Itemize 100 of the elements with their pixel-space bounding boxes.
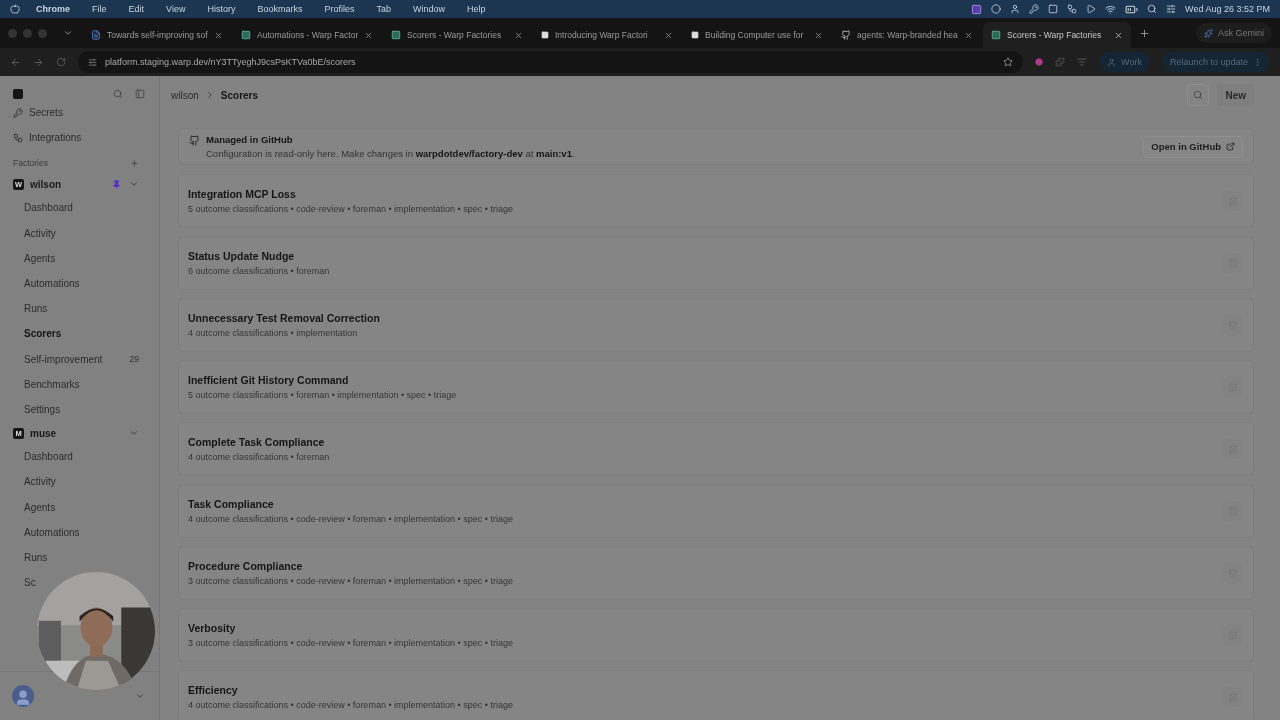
- banner-text: Configuration is read-only here. Make changes in warpdotdev/factory-dev at main:v1.: [206, 148, 576, 159]
- sidebar-item[interactable]: Self-improvement: [24, 353, 103, 365]
- extension-icon[interactable]: [1035, 58, 1044, 66]
- reload-icon[interactable]: [56, 57, 66, 67]
- document-icon: [91, 30, 101, 40]
- sidebar-item[interactable]: Scorers: [24, 328, 62, 340]
- close-icon[interactable]: [214, 30, 223, 40]
- sidebar-item[interactable]: Automations: [24, 526, 80, 538]
- scorer-meta: 6 outcome classifications • foreman: [188, 266, 331, 276]
- browser-tab[interactable]: Introducing Warp Factori: [533, 22, 681, 48]
- breadcrumb-item[interactable]: wilson: [171, 89, 199, 101]
- sidebar-item[interactable]: Integrations: [29, 132, 82, 144]
- control-center-icon[interactable]: [1166, 4, 1177, 14]
- browser-tab[interactable]: Building Computer use for: [683, 22, 831, 48]
- forward-icon[interactable]: [33, 56, 44, 68]
- close-icon[interactable]: [364, 30, 373, 40]
- sidebar-item[interactable]: Activity: [24, 227, 56, 239]
- address-field[interactable]: platform.staging.warp.dev/nY3TTyeghJ9csPsKTVa0bE/scorers: [78, 51, 1024, 73]
- breadcrumb-item: Scorers: [220, 89, 259, 101]
- sidebar-item[interactable]: Benchmarks: [24, 378, 80, 390]
- new-tab-icon[interactable]: [1139, 27, 1150, 39]
- avatar-icon[interactable]: [12, 685, 34, 707]
- sidebar-item[interactable]: Agents: [24, 252, 56, 264]
- scorer-card[interactable]: Status Update Nudge 6 outcome classifications • foreman: [178, 236, 1254, 290]
- wifi-icon[interactable]: [1105, 3, 1117, 15]
- apple-icon[interactable]: [10, 4, 20, 14]
- scorer-name: Task Compliance: [188, 498, 275, 510]
- sidebar-item[interactable]: Runs: [24, 303, 48, 315]
- scorer-name: Integration MCP Loss: [188, 188, 297, 200]
- app-icon: [991, 30, 1001, 40]
- menu-item[interactable]: Profiles: [324, 4, 355, 14]
- site-settings-icon[interactable]: [88, 57, 97, 67]
- close-icon[interactable]: [814, 30, 823, 40]
- scorer-name: Efficiency: [188, 684, 239, 696]
- search-icon: [1193, 90, 1204, 100]
- chevron-icon[interactable]: [135, 691, 145, 701]
- integrations-icon: [13, 132, 23, 143]
- count-label: 29: [129, 354, 139, 365]
- screen-icon[interactable]: [971, 3, 983, 15]
- person-icon[interactable]: [1010, 4, 1021, 14]
- close-icon[interactable]: [664, 30, 673, 40]
- section-label: Factories: [13, 158, 48, 169]
- menu-item[interactable]: Help: [467, 4, 486, 14]
- profile-button[interactable]: Work: [1099, 52, 1150, 72]
- browser-tab[interactable]: Scorers - Warp Factories: [983, 22, 1131, 48]
- close-icon[interactable]: [1114, 30, 1123, 40]
- scorer-card[interactable]: Verbosity 3 outcome classifications • code-review • foreman • implementation • spec • triage: [178, 608, 1254, 662]
- sidebar-item[interactable]: Activity: [24, 476, 56, 488]
- menu-item[interactable]: View: [166, 4, 186, 14]
- tab-list-icon[interactable]: [63, 28, 73, 38]
- browser-tab[interactable]: agents: Warp-branded hea: [833, 22, 981, 48]
- scorer-meta: 4 outcome classifications • code-review • foreman • implementation • spec • triage: [188, 514, 514, 524]
- menu-item[interactable]: Tab: [376, 4, 391, 14]
- open-in-github-button[interactable]: Open in GitHub: [1143, 135, 1243, 158]
- factory-name: muse: [30, 427, 57, 439]
- sidebar-item[interactable]: Sc: [24, 577, 36, 589]
- scorer-card[interactable]: Integration MCP Loss 5 outcome classifications • code-review • foreman • implementation • spec • triage: [178, 174, 1254, 228]
- close-icon[interactable]: [964, 30, 973, 40]
- scorer-card[interactable]: Complete Task Compliance 4 outcome classifications • foreman: [178, 422, 1254, 476]
- search-icon[interactable]: [1147, 4, 1158, 14]
- scorer-meta: 4 outcome classifications • code-review • foreman • implementation • spec • triage: [188, 700, 514, 710]
- back-icon[interactable]: [10, 56, 21, 68]
- scorer-card[interactable]: Task Compliance 4 outcome classifications • code-review • foreman • implementation • spec • triage: [178, 484, 1254, 538]
- scorer-card[interactable]: Efficiency 4 outcome classifications • code-review • foreman • implementation • spec • triage: [178, 670, 1254, 720]
- scorer-meta: 5 outcome classifications • foreman • implementation • spec • triage: [188, 390, 458, 400]
- sidebar-item[interactable]: Dashboard: [24, 202, 73, 214]
- sidebar-item[interactable]: Automations: [24, 278, 80, 290]
- search-button[interactable]: [1187, 84, 1210, 106]
- sidebar-item[interactable]: Agents: [24, 501, 56, 513]
- browser-tab[interactable]: Towards self-improving sof: [83, 22, 231, 48]
- menu-clock: Wed Aug 26 3:52 PM: [1185, 4, 1270, 14]
- menu-item[interactable]: History: [207, 4, 236, 14]
- browser-tab[interactable]: Automations - Warp Factor: [233, 22, 381, 48]
- sidebar-item[interactable]: Runs: [24, 551, 48, 563]
- menu-item[interactable]: Chrome: [36, 4, 70, 14]
- sidebar-item[interactable]: Dashboard: [24, 451, 73, 463]
- relaunch-button[interactable]: Relaunch to update: [1161, 52, 1270, 72]
- scorer-card[interactable]: Unnecessary Test Removal Correction 4 outcome classifications • implementation: [178, 298, 1254, 352]
- new-button[interactable]: New: [1217, 84, 1254, 106]
- scorer-meta: 3 outcome classifications • code-review • foreman • implementation • spec • triage: [188, 638, 514, 648]
- ask-gemini-button[interactable]: Ask Gemini: [1196, 23, 1272, 43]
- browser-tab[interactable]: Scorers - Warp Factories: [383, 22, 531, 48]
- scorer-meta: 4 outcome classifications • foreman: [188, 452, 331, 462]
- bookmark-icon[interactable]: [1003, 57, 1014, 67]
- sidebar-item[interactable]: Secrets: [29, 107, 63, 119]
- key-icon[interactable]: [1029, 4, 1040, 14]
- scorer-card[interactable]: Inefficient Git History Command 5 outcome classifications • foreman • implementation • spec • triage: [178, 360, 1254, 414]
- scorer-card[interactable]: Procedure Compliance 3 outcome classifications • code-review • foreman • implementation • spec • triage: [178, 546, 1254, 600]
- close-icon[interactable]: [514, 30, 523, 40]
- menu-item[interactable]: Window: [412, 4, 445, 14]
- menu-item[interactable]: Edit: [128, 4, 145, 14]
- scorer-meta: 3 outcome classifications • code-review • foreman • implementation • spec • triage: [188, 576, 514, 586]
- sidebar-toggle-icon[interactable]: [135, 89, 145, 99]
- sidebar-item[interactable]: Settings: [24, 403, 61, 415]
- scorer-name: Complete Task Compliance: [188, 436, 326, 448]
- add-icon[interactable]: [130, 158, 139, 168]
- menu-item[interactable]: Bookmarks: [257, 4, 303, 14]
- app-icon: [391, 30, 401, 40]
- menu-item[interactable]: File: [92, 4, 107, 14]
- key-icon: [13, 107, 23, 118]
